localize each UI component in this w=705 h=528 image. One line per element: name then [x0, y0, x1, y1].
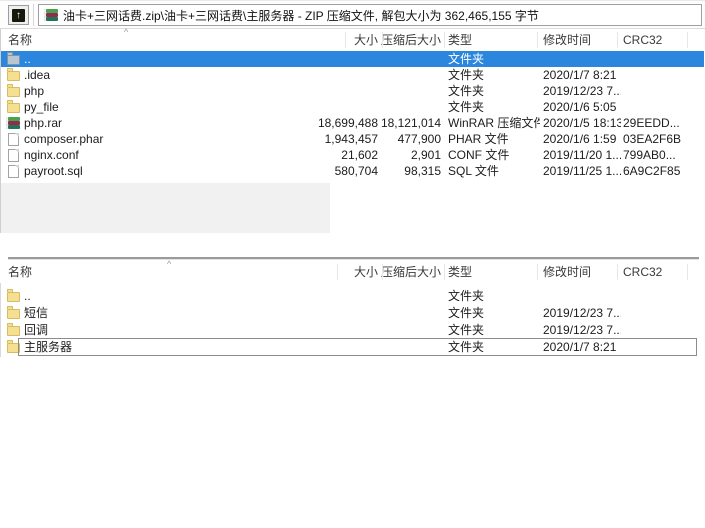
column-header-type[interactable]: 类型 — [448, 261, 540, 283]
sort-indicator-icon: ^ — [167, 259, 171, 269]
type-cell: PHAR 文件 — [448, 131, 540, 147]
file-row-payroot-sql[interactable]: payroot.sql 580,704 98,315 SQL 文件 2019/1… — [0, 163, 704, 179]
file-row-composer-phar[interactable]: composer.phar 1,943,457 477,900 PHAR 文件 … — [0, 131, 704, 147]
modified-cell: 2019/12/23 7... — [543, 83, 621, 99]
modified-cell: 2020/1/6 5:05 — [543, 99, 621, 115]
name-cell: .idea — [24, 67, 324, 83]
folder-icon — [5, 84, 21, 98]
modified-cell: 2020/1/5 18:13 — [543, 115, 621, 131]
name-cell: 短信 — [24, 305, 324, 322]
column-header-name[interactable]: 名称 — [8, 29, 32, 51]
name-cell: php — [24, 83, 324, 99]
modified-cell: 2020/1/7 8:21 — [543, 67, 621, 83]
up-arrow-icon: ↑ — [12, 9, 25, 22]
panel-top-border — [8, 257, 699, 260]
empty-list-area — [1, 183, 330, 233]
file-row-parent-dir[interactable]: .. 文件夹 — [0, 288, 704, 305]
file-icon — [5, 148, 21, 162]
winrar-window: ↑ 油卡+三网话费.zip\油卡+三网话费\主服务器 - ZIP 压缩文件, 解… — [0, 0, 705, 528]
type-cell: 文件夹 — [448, 288, 540, 305]
name-cell: .. — [24, 51, 324, 67]
archive-toolbar: ↑ 油卡+三网话费.zip\油卡+三网话费\主服务器 - ZIP 压缩文件, 解… — [0, 0, 705, 29]
column-header-modified[interactable]: 修改时间 — [543, 29, 621, 51]
packed-size-cell: 477,900 — [356, 131, 441, 147]
folder-icon — [5, 100, 21, 114]
winrar-archive-icon — [5, 116, 21, 130]
column-header-packed-size[interactable]: 压缩后大小 — [356, 261, 441, 283]
type-cell: SQL 文件 — [448, 163, 540, 179]
modified-cell: 2019/12/23 7... — [543, 305, 621, 322]
up-one-level-button[interactable]: ↑ — [8, 5, 29, 25]
folder-icon — [5, 323, 21, 337]
modified-cell: 2019/12/23 7... — [543, 322, 621, 339]
folder-up-icon — [5, 52, 21, 66]
type-cell: 文件夹 — [448, 67, 540, 83]
file-icon — [5, 132, 21, 146]
file-row-php-rar[interactable]: php.rar 18,699,488 18,121,014 WinRAR 压缩文… — [0, 115, 704, 131]
archive-list-header: 名称 ^ 大小 压缩后大小 类型 修改时间 CRC32 — [0, 29, 704, 51]
type-cell: 文件夹 — [448, 51, 540, 67]
file-row-nginx-conf[interactable]: nginx.conf 21,602 2,901 CONF 文件 2019/11/… — [0, 147, 704, 163]
column-header-name[interactable]: 名称 — [8, 261, 32, 283]
folder-icon — [5, 68, 21, 82]
modified-cell: 2019/11/25 1... — [543, 163, 621, 179]
type-cell: 文件夹 — [448, 83, 540, 99]
packed-size-cell: 2,901 — [356, 147, 441, 163]
file-icon — [5, 164, 21, 178]
file-row-php[interactable]: php 文件夹 2019/12/23 7... — [0, 83, 704, 99]
crc-cell: 6A9C2F85 — [623, 163, 699, 179]
name-cell: 回调 — [24, 322, 324, 339]
packed-size-cell: 98,315 — [356, 163, 441, 179]
modified-cell: 2020/1/7 8:21 — [543, 339, 621, 356]
packed-size-cell: 18,121,014 — [356, 115, 441, 131]
name-cell: .. — [24, 288, 324, 305]
modified-cell: 2020/1/6 1:59 — [543, 131, 621, 147]
column-header-packed-size[interactable]: 压缩后大小 — [356, 29, 441, 51]
name-cell: 主服务器 — [24, 339, 324, 356]
archive-path-bar[interactable]: 油卡+三网话费.zip\油卡+三网话费\主服务器 - ZIP 压缩文件, 解包大… — [38, 4, 702, 26]
type-cell: CONF 文件 — [448, 147, 540, 163]
file-row-sms[interactable]: 短信 文件夹 2019/12/23 7... — [0, 305, 704, 322]
type-cell: 文件夹 — [448, 339, 540, 356]
type-cell: 文件夹 — [448, 322, 540, 339]
name-cell: payroot.sql — [24, 163, 324, 179]
crc-cell: 29EEDD... — [623, 115, 699, 131]
crc-cell: 799AB0... — [623, 147, 699, 163]
file-row-idea[interactable]: .idea 文件夹 2020/1/7 8:21 — [0, 67, 704, 83]
name-cell: php.rar — [24, 115, 324, 131]
toolbar-separator — [33, 4, 34, 26]
file-row-py-file[interactable]: py_file 文件夹 2020/1/6 5:05 — [0, 99, 704, 115]
sort-indicator-icon: ^ — [124, 27, 128, 37]
column-header-modified[interactable]: 修改时间 — [543, 261, 621, 283]
type-cell: 文件夹 — [448, 305, 540, 322]
file-row-callback[interactable]: 回调 文件夹 2019/12/23 7... — [0, 322, 704, 339]
type-cell: 文件夹 — [448, 99, 540, 115]
folder-list-header: 名称 ^ 大小 压缩后大小 类型 修改时间 CRC32 — [0, 261, 704, 283]
name-cell: nginx.conf — [24, 147, 324, 163]
name-cell: py_file — [24, 99, 324, 115]
folder-icon — [5, 340, 21, 354]
file-row-main-server[interactable]: 主服务器 文件夹 2020/1/7 8:21 — [0, 339, 704, 356]
winrar-archive-icon — [44, 9, 58, 21]
modified-cell: 2019/11/20 1... — [543, 147, 621, 163]
column-header-type[interactable]: 类型 — [448, 29, 540, 51]
folder-icon — [5, 289, 21, 303]
archive-path-text: 油卡+三网话费.zip\油卡+三网话费\主服务器 - ZIP 压缩文件, 解包大… — [63, 7, 539, 24]
crc-cell: 03EA2F6B — [623, 131, 699, 147]
type-cell: WinRAR 压缩文件 — [448, 115, 540, 131]
name-cell: composer.phar — [24, 131, 324, 147]
file-row-parent-dir[interactable]: .. 文件夹 — [0, 51, 704, 67]
folder-icon — [5, 306, 21, 320]
